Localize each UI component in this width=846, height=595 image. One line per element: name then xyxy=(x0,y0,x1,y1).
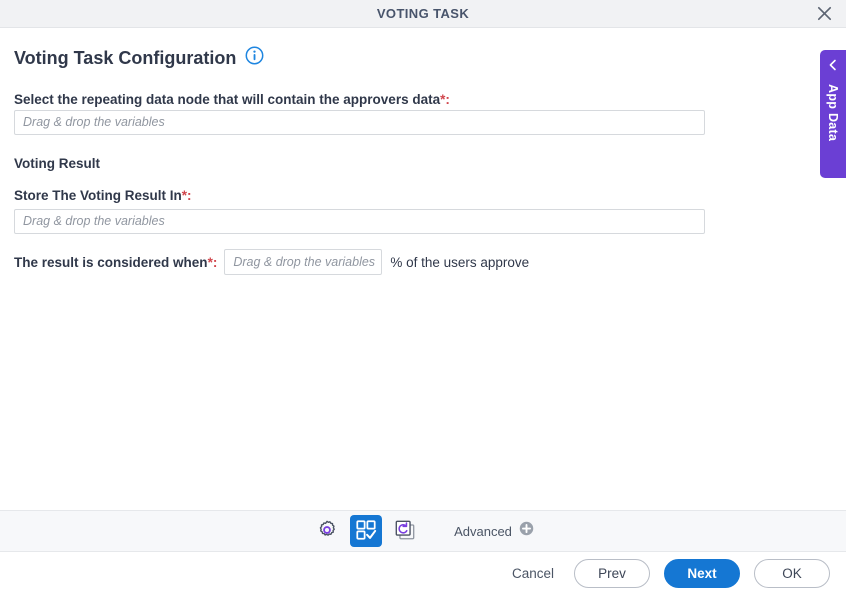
copy-refresh-icon xyxy=(394,519,416,544)
approvers-node-input[interactable]: Drag & drop the variables xyxy=(14,110,705,135)
approvers-node-label-text: Select the repeating data node that will… xyxy=(14,92,441,107)
store-result-input[interactable]: Drag & drop the variables xyxy=(14,209,705,234)
info-circle-icon[interactable] xyxy=(245,46,264,70)
threshold-input[interactable]: Drag & drop the variables xyxy=(224,249,383,275)
threshold-suffix: % of the users approve xyxy=(390,254,530,270)
plus-circle-icon[interactable] xyxy=(519,521,534,541)
settings-gear-button[interactable] xyxy=(312,516,342,546)
task-toolbar: Advanced xyxy=(0,510,846,552)
task-configuration-button[interactable] xyxy=(350,515,383,547)
approvers-node-label: Select the repeating data node that will… xyxy=(14,92,450,107)
app-data-tab-label: App Data xyxy=(826,84,840,142)
reassign-button[interactable] xyxy=(390,516,420,546)
ok-button[interactable]: OK xyxy=(754,559,830,588)
next-button[interactable]: Next xyxy=(664,559,740,588)
threshold-required-mark: *: xyxy=(207,254,218,270)
close-icon xyxy=(817,6,832,21)
store-result-required-mark: *: xyxy=(181,188,192,203)
threshold-row: The result is considered when*: Drag & d… xyxy=(14,249,529,275)
store-result-label: Store The Voting Result In*: xyxy=(14,188,192,203)
page-heading: Voting Task Configuration xyxy=(14,46,264,70)
task-grid-check-icon xyxy=(355,519,377,544)
dialog-footer: Cancel Prev Next OK xyxy=(0,552,846,595)
settings-gear-icon xyxy=(316,519,338,544)
app-data-tab[interactable]: App Data xyxy=(820,50,846,178)
advanced-toggle[interactable]: Advanced xyxy=(454,521,534,541)
page-title: Voting Task Configuration xyxy=(14,47,237,68)
chevron-left-icon xyxy=(827,58,839,76)
prev-button[interactable]: Prev xyxy=(574,559,650,588)
advanced-label: Advanced xyxy=(454,523,512,539)
store-result-label-text: Store The Voting Result In xyxy=(14,188,182,203)
voting-task-dialog: VOTING TASK Voting Task Configuration Se… xyxy=(0,0,846,595)
voting-result-group-label: Voting Result xyxy=(14,156,100,171)
close-button[interactable] xyxy=(806,0,842,27)
cancel-button[interactable]: Cancel xyxy=(506,562,560,585)
dialog-titlebar: VOTING TASK xyxy=(0,0,846,28)
dialog-title: VOTING TASK xyxy=(376,6,470,21)
approvers-node-required-mark: *: xyxy=(440,92,450,107)
threshold-label: The result is considered when*: xyxy=(14,255,217,270)
threshold-label-text: The result is considered when xyxy=(14,254,208,270)
